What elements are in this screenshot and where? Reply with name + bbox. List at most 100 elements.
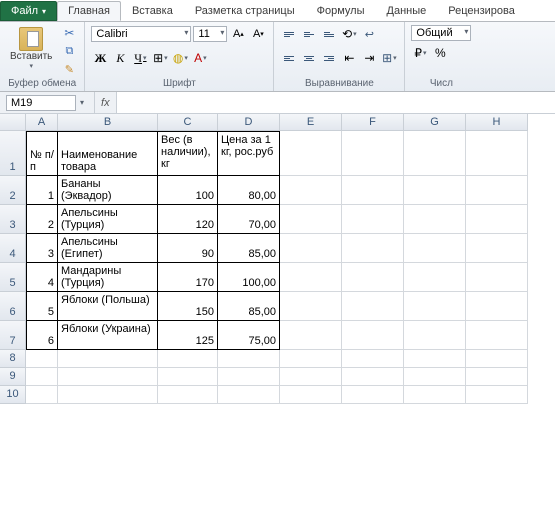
row-header[interactable]: 10 [0,386,26,404]
col-header[interactable]: A [26,114,58,131]
cell[interactable]: Бананы (Эквадор) [58,176,158,205]
cell[interactable] [280,368,342,386]
cell[interactable] [280,131,342,176]
row-header[interactable]: 8 [0,350,26,368]
cell[interactable] [158,368,218,386]
align-right-button[interactable] [320,49,338,67]
cell[interactable] [404,350,466,368]
cell[interactable]: 75,00 [218,321,280,350]
cell[interactable] [280,292,342,321]
formula-input[interactable] [116,92,555,113]
row-header[interactable]: 4 [0,234,26,263]
cell[interactable] [342,368,404,386]
cell[interactable] [218,368,280,386]
cell[interactable]: Цена за 1 кг, рос.руб [218,131,280,176]
decrease-indent-button[interactable]: ⇤ [340,49,358,67]
grow-font-button[interactable] [229,25,247,43]
col-header[interactable]: C [158,114,218,131]
cell[interactable] [404,368,466,386]
increase-indent-button[interactable]: ⇥ [360,49,378,67]
cell[interactable] [342,292,404,321]
cell[interactable]: 90 [158,234,218,263]
cell[interactable] [280,205,342,234]
tab-insert[interactable]: Вставка [121,1,184,21]
cell[interactable]: Апельсины (Египет) [58,234,158,263]
cell[interactable] [404,292,466,321]
fx-button[interactable]: fx [101,97,110,109]
cell[interactable]: 80,00 [218,176,280,205]
copy-button[interactable] [60,43,78,59]
bold-button[interactable]: Ж [91,49,109,67]
shrink-font-button[interactable] [249,25,267,43]
cell[interactable]: 85,00 [218,234,280,263]
cell[interactable]: № п/п [26,131,58,176]
cell[interactable] [342,321,404,350]
row-header[interactable]: 5 [0,263,26,292]
cell[interactable]: Мандарины (Турция) [58,263,158,292]
cell[interactable] [466,350,528,368]
cell[interactable]: 85,00 [218,292,280,321]
cell[interactable]: 1 [26,176,58,205]
format-painter-button[interactable] [60,61,78,77]
cell[interactable]: 100 [158,176,218,205]
tab-file[interactable]: Файл [0,1,57,21]
percent-button[interactable]: % [431,44,449,62]
tab-layout[interactable]: Разметка страницы [184,1,306,21]
cell[interactable] [280,234,342,263]
cell[interactable] [466,292,528,321]
cell[interactable] [280,263,342,292]
cell[interactable]: Яблоки (Польша) [58,292,158,321]
cell[interactable] [404,131,466,176]
row-header[interactable]: 2 [0,176,26,205]
font-size-combo[interactable]: 11 [193,26,227,42]
select-all-corner[interactable] [0,114,26,131]
cell[interactable] [158,386,218,404]
cell[interactable]: 120 [158,205,218,234]
paste-button[interactable]: Вставить [6,25,56,72]
cell[interactable] [26,368,58,386]
cell[interactable] [404,205,466,234]
spreadsheet-grid[interactable]: A B C D E F G H 1 № п/п Наименование тов… [0,114,555,404]
cell[interactable] [280,176,342,205]
cell[interactable] [342,234,404,263]
cell[interactable] [404,321,466,350]
orientation-button[interactable]: ⟲ [340,25,358,43]
cell[interactable]: 100,00 [218,263,280,292]
cell[interactable] [404,176,466,205]
tab-review[interactable]: Рецензирова [437,1,526,21]
tab-home[interactable]: Главная [57,1,121,21]
row-header[interactable]: 6 [0,292,26,321]
cell[interactable] [404,234,466,263]
row-header[interactable]: 9 [0,368,26,386]
cell[interactable]: Яблоки (Украина) [58,321,158,350]
italic-button[interactable]: К [111,49,129,67]
currency-button[interactable]: ₽ [411,44,429,62]
cell[interactable]: 3 [26,234,58,263]
cell[interactable] [404,263,466,292]
name-box[interactable]: M19 [6,95,76,111]
underline-button[interactable]: Ч [131,49,149,67]
cell[interactable] [58,368,158,386]
cell[interactable]: 125 [158,321,218,350]
col-header[interactable]: D [218,114,280,131]
cell[interactable]: 170 [158,263,218,292]
cut-button[interactable] [60,25,78,41]
cell[interactable] [26,350,58,368]
cell[interactable]: 150 [158,292,218,321]
merge-button[interactable] [380,49,398,67]
cell[interactable] [342,131,404,176]
cell[interactable] [466,131,528,176]
align-left-button[interactable] [280,49,298,67]
font-name-combo[interactable]: Calibri [91,26,191,42]
cell[interactable] [466,234,528,263]
cell[interactable] [158,350,218,368]
cell[interactable] [58,350,158,368]
col-header[interactable]: G [404,114,466,131]
number-format-combo[interactable]: Общий [411,25,471,41]
cell[interactable]: 4 [26,263,58,292]
cell[interactable] [466,176,528,205]
align-middle-button[interactable] [300,25,318,43]
cell[interactable]: Апельсины (Турция) [58,205,158,234]
cell[interactable] [342,205,404,234]
row-header[interactable]: 3 [0,205,26,234]
